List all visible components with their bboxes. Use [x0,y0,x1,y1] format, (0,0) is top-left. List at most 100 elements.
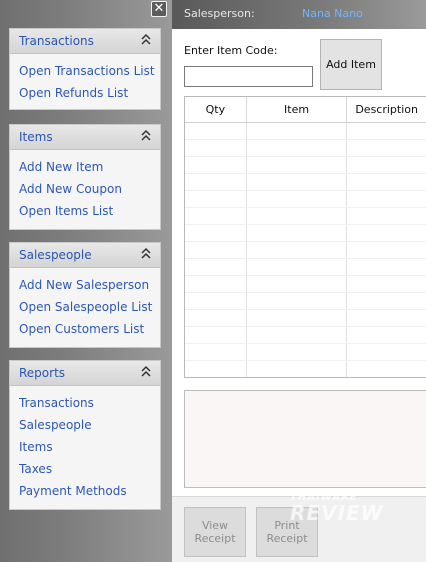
table-cell[interactable] [347,293,426,309]
table-cell[interactable] [185,208,247,224]
table-cell[interactable] [247,157,348,173]
panel-header-items[interactable]: Items [10,125,160,150]
table-cell[interactable] [185,259,247,275]
collapse-chevron-icon[interactable] [141,129,151,143]
view-receipt-label-line2: Receipt [194,532,236,545]
watermark-bottom: REVIEW [290,501,384,525]
panel-header-salespeople[interactable]: Salespeople [10,243,160,268]
collapse-chevron-icon[interactable] [141,365,151,379]
table-cell[interactable] [247,361,348,377]
link-add-new-item[interactable]: Add New Item [19,156,160,178]
table-cell[interactable] [347,225,426,241]
link-report-salespeople[interactable]: Salespeople [19,414,160,436]
link-add-new-salesperson[interactable]: Add New Salesperson [19,274,160,296]
main-area: Salesperson: Nana Nano Enter Item Code: … [172,0,426,562]
panel-items: Items Add New Item Add New Coupon Open I… [9,124,161,230]
table-row[interactable] [185,327,426,344]
table-cell[interactable] [247,293,348,309]
table-cell[interactable] [347,344,426,360]
table-row[interactable] [185,140,426,157]
table-body [185,123,426,377]
table-cell[interactable] [347,276,426,292]
table-cell[interactable] [247,327,348,343]
panel-header-transactions[interactable]: Transactions [10,29,160,54]
table-row[interactable] [185,344,426,361]
panel-title: Transactions [19,34,94,48]
notes-area[interactable] [184,390,426,488]
table-row[interactable] [185,191,426,208]
link-add-new-coupon[interactable]: Add New Coupon [19,178,160,200]
table-row[interactable] [185,242,426,259]
table-cell[interactable] [185,361,247,377]
table-row[interactable] [185,157,426,174]
link-open-items-list[interactable]: Open Items List [19,200,160,222]
table-cell[interactable] [185,123,247,139]
table-cell[interactable] [185,191,247,207]
link-open-customers-list[interactable]: Open Customers List [19,318,160,340]
table-cell[interactable] [185,276,247,292]
panel-title: Salespeople [19,248,92,262]
table-cell[interactable] [185,174,247,190]
table-cell[interactable] [247,310,348,326]
table-cell[interactable] [347,208,426,224]
column-header-qty[interactable]: Qty [185,97,247,122]
table-cell[interactable] [247,208,348,224]
table-cell[interactable] [185,242,247,258]
salesperson-value[interactable]: Nana Nano [302,7,363,20]
collapse-chevron-icon[interactable] [141,33,151,47]
table-cell[interactable] [247,276,348,292]
table-cell[interactable] [247,174,348,190]
table-cell[interactable] [247,191,348,207]
add-item-button[interactable]: Add Item [320,39,382,90]
link-open-salespeople-list[interactable]: Open Salespeople List [19,296,160,318]
table-cell[interactable] [347,310,426,326]
table-cell[interactable] [347,140,426,156]
table-row[interactable] [185,361,426,377]
column-header-description[interactable]: Description [347,97,426,122]
table-cell[interactable] [247,242,348,258]
table-cell[interactable] [185,344,247,360]
panel-reports: Reports Transactions Salespeople Items T… [9,360,161,510]
salesperson-bar: Salesperson: Nana Nano [172,0,426,29]
table-row[interactable] [185,293,426,310]
panel-salespeople: Salespeople Add New Salesperson Open Sal… [9,242,161,348]
table-row[interactable] [185,259,426,276]
table-row[interactable] [185,310,426,327]
table-cell[interactable] [185,310,247,326]
close-icon[interactable]: ✕ [151,1,167,17]
table-cell[interactable] [347,157,426,173]
table-cell[interactable] [185,225,247,241]
link-report-transactions[interactable]: Transactions [19,392,160,414]
table-row[interactable] [185,208,426,225]
table-cell[interactable] [347,327,426,343]
table-cell[interactable] [347,361,426,377]
table-cell[interactable] [185,140,247,156]
table-row[interactable] [185,225,426,242]
column-header-item[interactable]: Item [247,97,348,122]
table-cell[interactable] [347,191,426,207]
link-report-taxes[interactable]: Taxes [19,458,160,480]
link-open-transactions-list[interactable]: Open Transactions List [19,60,160,82]
link-report-items[interactable]: Items [19,436,160,458]
table-cell[interactable] [347,242,426,258]
table-cell[interactable] [347,174,426,190]
table-cell[interactable] [247,225,348,241]
table-cell[interactable] [247,259,348,275]
view-receipt-button[interactable]: View Receipt [184,507,246,557]
collapse-chevron-icon[interactable] [141,247,151,261]
table-cell[interactable] [185,157,247,173]
table-row[interactable] [185,174,426,191]
table-cell[interactable] [247,344,348,360]
link-report-payment-methods[interactable]: Payment Methods [19,480,160,502]
table-cell[interactable] [247,123,348,139]
table-cell[interactable] [185,293,247,309]
link-open-refunds-list[interactable]: Open Refunds List [19,82,160,104]
panel-header-reports[interactable]: Reports [10,361,160,386]
table-cell[interactable] [185,327,247,343]
table-row[interactable] [185,276,426,293]
table-cell[interactable] [347,259,426,275]
table-cell[interactable] [347,123,426,139]
item-code-input[interactable] [184,66,313,87]
table-row[interactable] [185,123,426,140]
table-cell[interactable] [247,140,348,156]
